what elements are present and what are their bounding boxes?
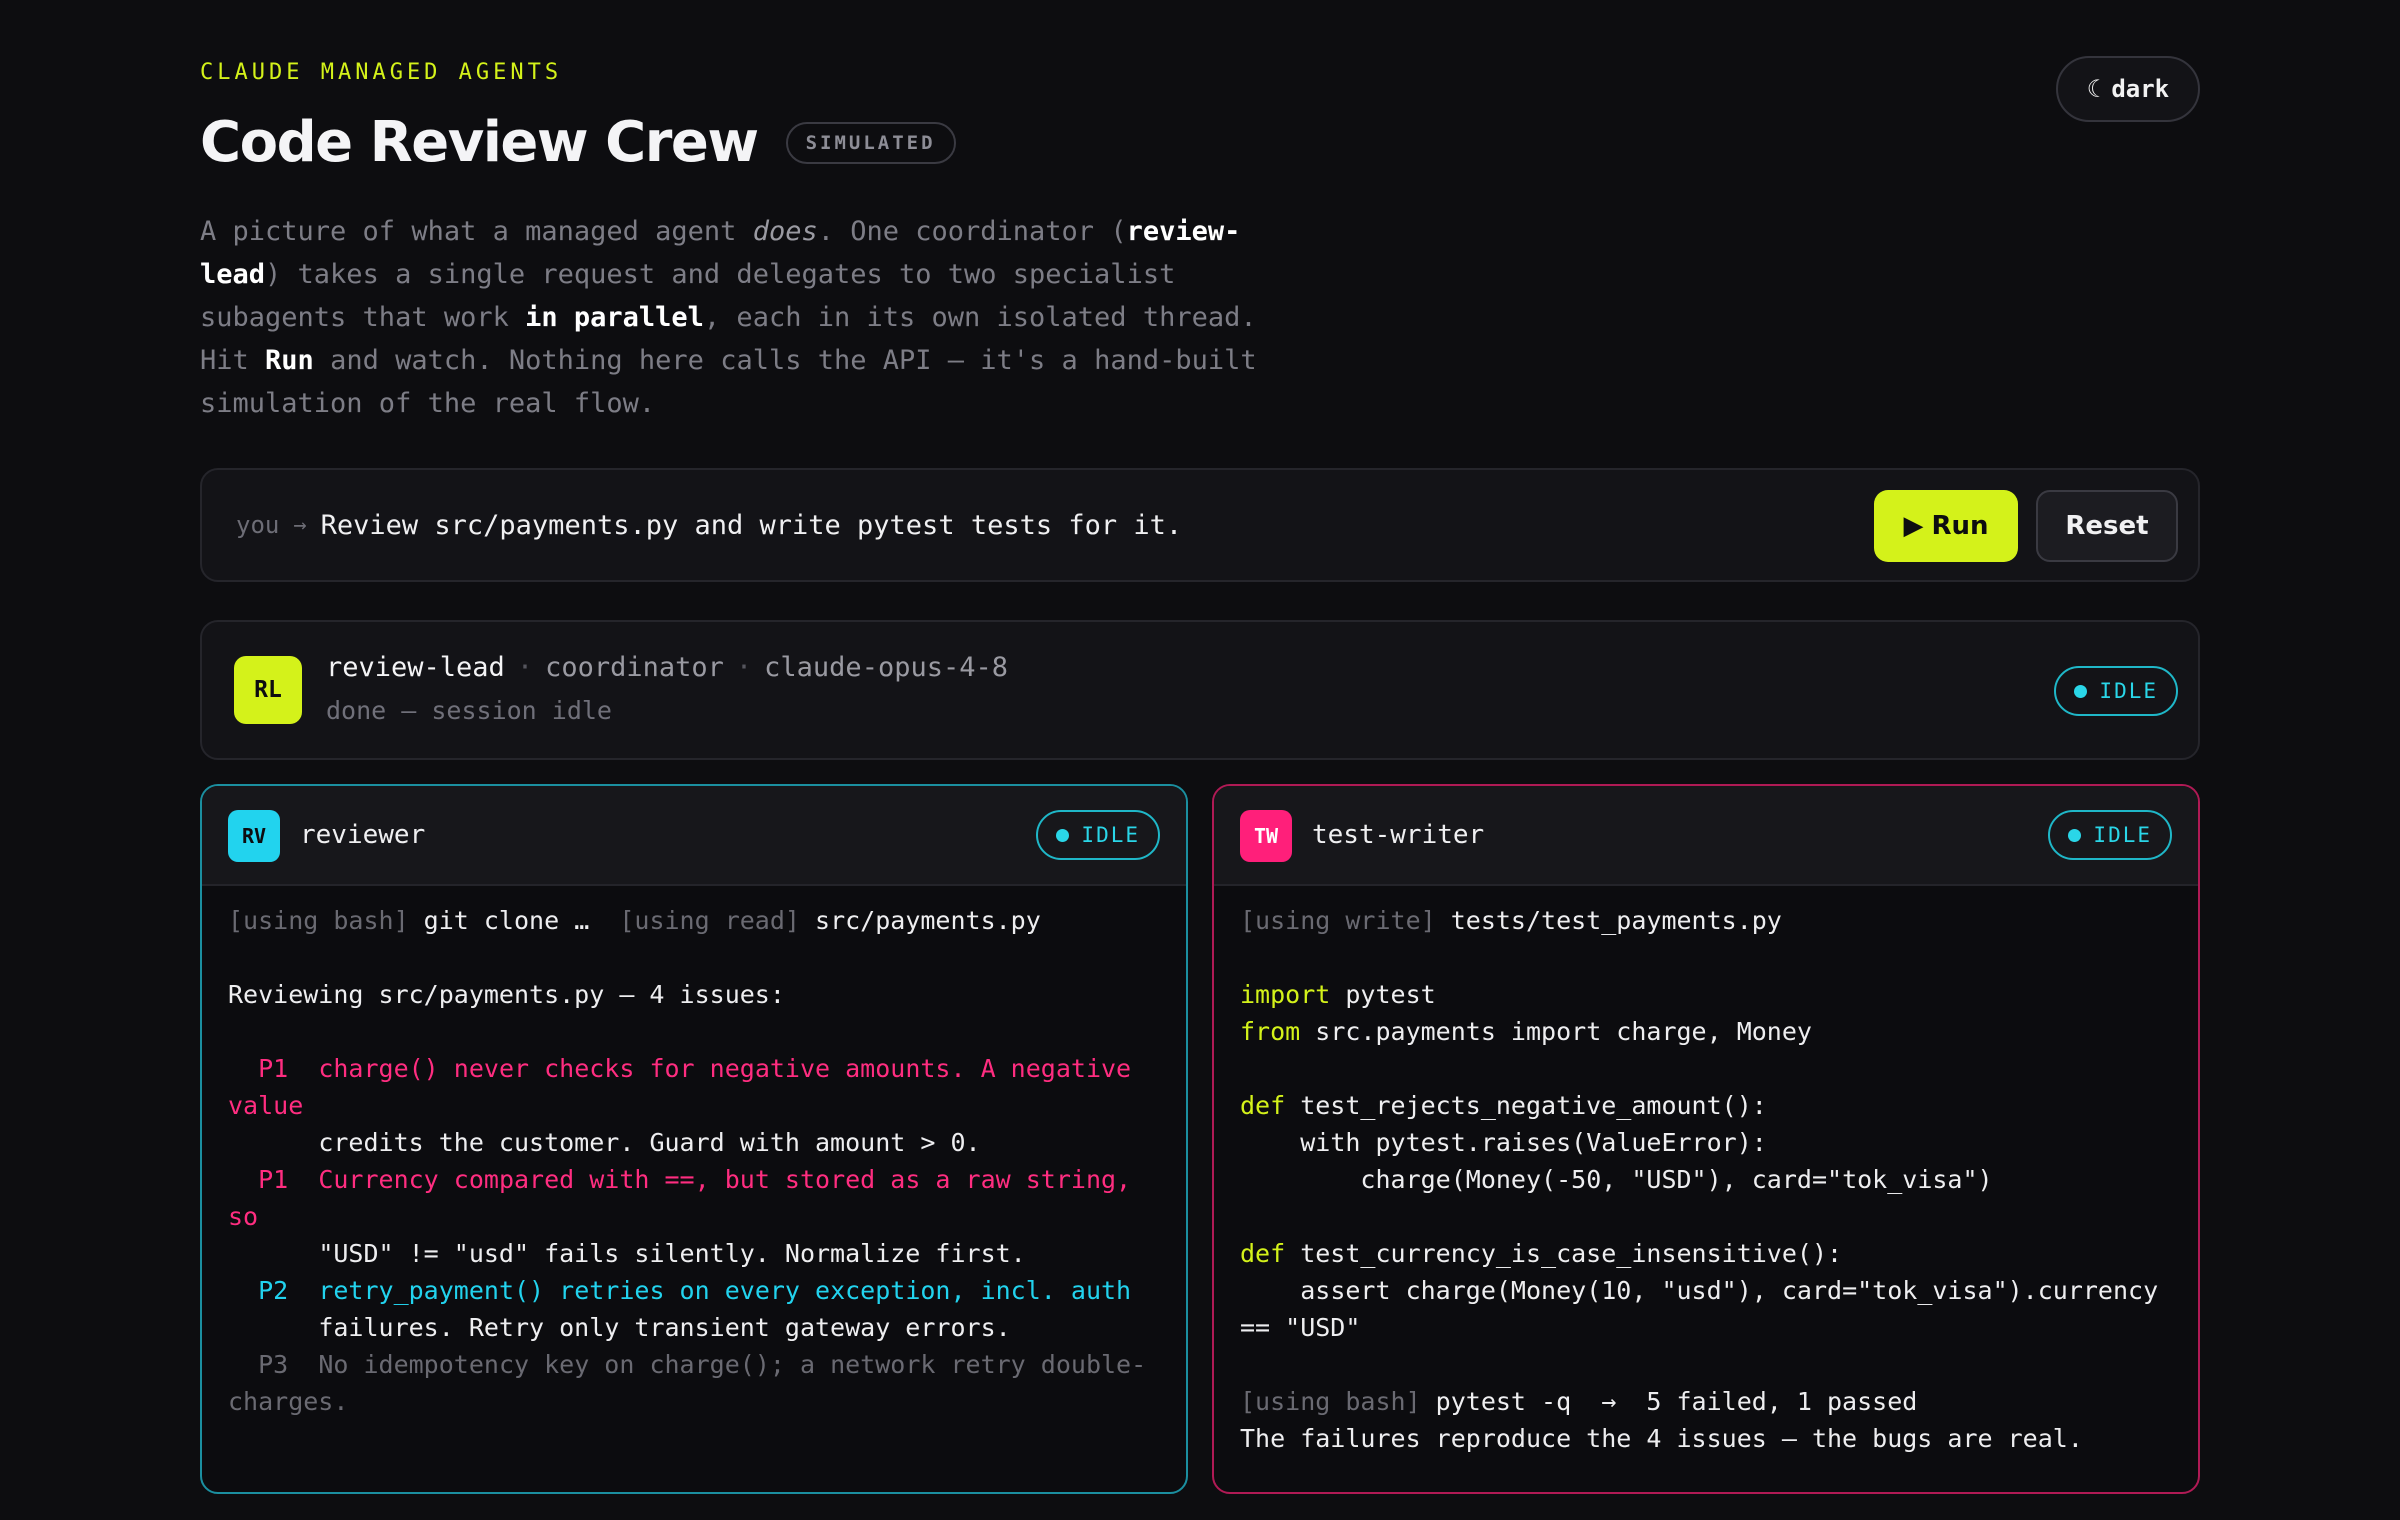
- issue-priority: P1: [228, 1165, 319, 1194]
- code-line: test_rejects_negative_amount():: [1285, 1091, 1767, 1120]
- status-dot-icon: [2068, 828, 2082, 842]
- issue-text: No idempotency key on charge(); a networ…: [228, 1350, 1147, 1416]
- run-button-label: Run: [1931, 511, 1989, 541]
- intro-parallel: in parallel: [525, 302, 704, 333]
- prompt-text: Review src/payments.py and write pytest …: [320, 509, 1183, 541]
- issue-text: Currency compared with ==, but stored as…: [228, 1165, 1147, 1231]
- issue-priority: P2: [228, 1276, 319, 1305]
- status-badge-label: IDLE: [2093, 823, 2152, 847]
- coordinator-role: coordinator: [545, 652, 724, 683]
- coordinator-model: claude-opus-4-8: [764, 652, 1008, 683]
- code-line: assert charge(Money(10, "usd"), card="to…: [1240, 1276, 2174, 1342]
- intro-text: A picture of what a managed agent: [200, 216, 753, 247]
- arrow-right-icon: →: [293, 512, 307, 538]
- simulated-badge: SIMULATED: [785, 121, 956, 164]
- tool-call-label: [using read]: [619, 906, 800, 935]
- title-row: Code Review Crew SIMULATED: [200, 110, 956, 175]
- reviewer-avatar: RV: [228, 810, 280, 862]
- code-line: charge(Money(-50, "USD"), card="tok_visa…: [1240, 1165, 1993, 1194]
- run-button[interactable]: ▶ Run: [1874, 490, 2018, 562]
- theme-toggle-label: dark: [2111, 75, 2170, 103]
- separator: ·: [516, 652, 534, 683]
- issue-detail: failures. Retry only transient gateway e…: [228, 1313, 1011, 1342]
- test-writer-avatar: TW: [1240, 810, 1292, 862]
- coordinator-name: review-lead: [326, 652, 505, 683]
- intro-text: . One coordinator (: [817, 216, 1127, 247]
- tool-call-label: [using bash]: [1240, 1387, 1421, 1416]
- code-line: pytest: [1330, 980, 1436, 1009]
- review-summary: Reviewing src/payments.py — 4 issues:: [228, 980, 785, 1009]
- issue-text: retry_payment() retries on every excepti…: [318, 1276, 1132, 1305]
- coordinator-heading: review-lead · coordinator · claude-opus-4-8: [326, 652, 1008, 683]
- coordinator-card: RL review-lead · coordinator · claude-opus-4…: [200, 620, 2200, 760]
- play-icon: ▶: [1903, 511, 1924, 541]
- reviewer-header: RV reviewer IDLE: [202, 786, 1186, 886]
- code-line: src.payments import charge, Money: [1300, 1017, 1812, 1046]
- prompt-speaker: you: [236, 511, 280, 539]
- issue-detail: "USD" != "usd" fails silently. Normalize…: [228, 1239, 1026, 1268]
- test-result: pytest -q → 5 failed, 1 passed: [1420, 1387, 1918, 1416]
- reset-button[interactable]: Reset: [2036, 490, 2178, 562]
- intro-emphasis: does: [752, 216, 818, 247]
- tool-call-label: [using write]: [1240, 906, 1436, 935]
- issue-detail: credits the customer. Guard with amount …: [228, 1128, 981, 1157]
- status-badge-label: IDLE: [1081, 823, 1140, 847]
- code-line: test_currency_is_case_insensitive():: [1285, 1239, 1843, 1268]
- coordinator-status-text: done — session idle: [326, 696, 612, 725]
- tool-call-arg: tests/test_payments.py: [1435, 906, 1782, 935]
- code-keyword: from: [1240, 1017, 1301, 1046]
- coordinator-avatar: RL: [234, 656, 302, 724]
- theme-toggle-button[interactable]: ☾ dark: [2056, 56, 2200, 122]
- issue-text: charge() never checks for negative amoun…: [228, 1054, 1147, 1120]
- intro-run-word: Run: [265, 345, 314, 376]
- reviewer-name: reviewer: [300, 820, 426, 850]
- code-keyword: def: [1240, 1239, 1286, 1268]
- reviewer-card: RV reviewer IDLE [using bash] git clone …: [200, 784, 1188, 1494]
- intro-text: and watch. Nothing here calls the API — …: [200, 345, 1257, 419]
- page-title: Code Review Crew: [200, 110, 759, 175]
- tool-call-arg: src/payments.py: [799, 906, 1041, 935]
- status-badge-label: IDLE: [2099, 679, 2158, 703]
- test-writer-log: [using write] tests/test_payments.py imp…: [1240, 902, 2178, 1457]
- intro-paragraph: A picture of what a managed agent does. …: [200, 210, 1310, 425]
- status-dot-icon: [1056, 828, 1070, 842]
- code-line: with pytest.raises(ValueError):: [1240, 1128, 1767, 1157]
- reviewer-log: [using bash] git clone … [using read] sr…: [228, 902, 1166, 1420]
- prompt-bar: you → Review src/payments.py and write p…: [200, 468, 2200, 582]
- issue-priority: P1: [228, 1054, 319, 1083]
- eyebrow-label: CLAUDE MANAGED AGENTS: [200, 60, 563, 85]
- code-keyword: def: [1240, 1091, 1286, 1120]
- test-writer-name: test-writer: [1312, 820, 1485, 850]
- status-badge: IDLE: [2054, 666, 2178, 716]
- status-badge: IDLE: [1036, 810, 1160, 860]
- issue-priority: P3: [228, 1350, 319, 1379]
- test-writer-card: TW test-writer IDLE [using write] tests/…: [1212, 784, 2200, 1494]
- tool-call-arg: git clone …: [408, 906, 620, 935]
- separator: ·: [735, 652, 753, 683]
- status-dot-icon: [2074, 684, 2088, 698]
- test-conclusion: The failures reproduce the 4 issues — th…: [1240, 1424, 2083, 1453]
- tool-call-label: [using bash]: [228, 906, 409, 935]
- moon-icon: ☾: [2086, 75, 2102, 103]
- status-badge: IDLE: [2048, 810, 2172, 860]
- code-keyword: import: [1240, 980, 1331, 1009]
- test-writer-header: TW test-writer IDLE: [1214, 786, 2198, 886]
